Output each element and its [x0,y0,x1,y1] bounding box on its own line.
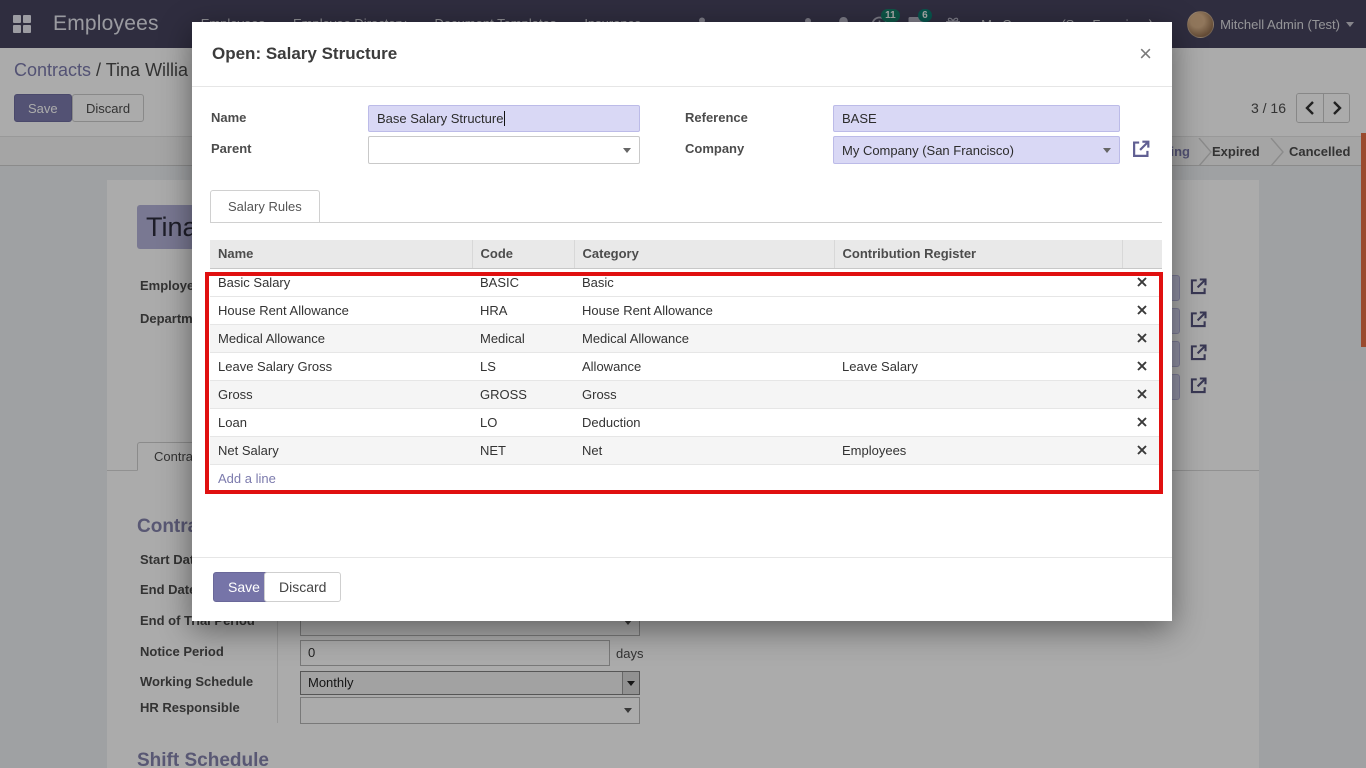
rule-name-cell[interactable]: Gross [210,380,472,408]
modal-header: Open: Salary Structure × [192,22,1172,87]
company-select[interactable]: My Company (San Francisco) [833,136,1120,164]
rule-name-cell[interactable]: Medical Allowance [210,324,472,352]
chevron-down-icon [1103,148,1111,153]
name-input[interactable]: Base Salary Structure [368,105,640,132]
screen: Employees Employees Employee Directory D… [0,0,1366,768]
salary-rules-table: Name Code Category Contribution Register… [210,240,1162,492]
name-label: Name [211,110,246,125]
tab-bar-line [210,222,1162,223]
delete-row-icon[interactable] [1122,352,1162,380]
delete-row-icon[interactable] [1122,408,1162,436]
rule-register-cell[interactable] [834,408,1122,436]
salary-rule-row[interactable]: Gross GROSS Gross [210,380,1162,408]
salary-rule-row[interactable]: House Rent Allowance HRA House Rent Allo… [210,296,1162,324]
rule-code-cell[interactable]: GROSS [472,380,574,408]
rule-code-cell[interactable]: LS [472,352,574,380]
tab-salary-rules[interactable]: Salary Rules [210,190,320,223]
rule-register-cell[interactable]: Employees [834,436,1122,464]
column-actions [1122,240,1162,268]
rule-register-cell[interactable]: Leave Salary [834,352,1122,380]
reference-label: Reference [685,110,748,125]
rule-name-cell[interactable]: Leave Salary Gross [210,352,472,380]
salary-rule-row[interactable]: Loan LO Deduction [210,408,1162,436]
rule-register-cell[interactable] [834,380,1122,408]
rule-code-cell[interactable]: BASIC [472,268,574,296]
salary-rule-row[interactable]: Leave Salary Gross LS Allowance Leave Sa… [210,352,1162,380]
column-category[interactable]: Category [574,240,834,268]
rule-register-cell[interactable] [834,268,1122,296]
add-a-line-row[interactable]: Add a line [210,464,1162,492]
column-contribution-register[interactable]: Contribution Register [834,240,1122,268]
company-external-link-icon[interactable] [1130,138,1152,160]
rule-code-cell[interactable]: HRA [472,296,574,324]
chevron-down-icon [623,148,631,153]
rule-category-cell[interactable]: Gross [574,380,834,408]
annotation-strip [1361,133,1366,347]
rule-name-cell[interactable]: House Rent Allowance [210,296,472,324]
rule-category-cell[interactable]: Basic [574,268,834,296]
rule-category-cell[interactable]: Medical Allowance [574,324,834,352]
modal-discard-button[interactable]: Discard [264,572,341,602]
rule-register-cell[interactable] [834,296,1122,324]
rule-code-cell[interactable]: LO [472,408,574,436]
column-code[interactable]: Code [472,240,574,268]
salary-rule-row[interactable]: Medical Allowance Medical Medical Allowa… [210,324,1162,352]
parent-select[interactable] [368,136,640,164]
rule-register-cell[interactable] [834,324,1122,352]
reference-value: BASE [842,111,877,126]
company-label: Company [685,141,744,156]
rule-code-cell[interactable]: Medical [472,324,574,352]
rule-category-cell[interactable]: Deduction [574,408,834,436]
delete-row-icon[interactable] [1122,380,1162,408]
rule-category-cell[interactable]: Net [574,436,834,464]
modal-title: Open: Salary Structure [212,44,397,64]
delete-row-icon[interactable] [1122,324,1162,352]
text-cursor [504,111,505,126]
modal-footer-divider [192,557,1172,558]
rule-code-cell[interactable]: NET [472,436,574,464]
salary-structure-modal: Open: Salary Structure × Name Base Salar… [192,22,1172,621]
company-value: My Company (San Francisco) [842,143,1014,158]
reference-input[interactable]: BASE [833,105,1120,132]
salary-rules-rows: Basic Salary BASIC Basic House Rent Allo… [210,268,1162,464]
add-a-line-link[interactable]: Add a line [210,464,1162,492]
table-header-row: Name Code Category Contribution Register [210,240,1162,268]
delete-row-icon[interactable] [1122,268,1162,296]
delete-row-icon[interactable] [1122,296,1162,324]
rule-name-cell[interactable]: Loan [210,408,472,436]
delete-row-icon[interactable] [1122,436,1162,464]
rule-category-cell[interactable]: Allowance [574,352,834,380]
salary-rule-row[interactable]: Net Salary NET Net Employees [210,436,1162,464]
name-value: Base Salary Structure [377,111,503,126]
close-icon[interactable]: × [1139,43,1152,65]
rule-name-cell[interactable]: Basic Salary [210,268,472,296]
rule-name-cell[interactable]: Net Salary [210,436,472,464]
parent-label: Parent [211,141,251,156]
salary-rule-row[interactable]: Basic Salary BASIC Basic [210,268,1162,296]
rule-category-cell[interactable]: House Rent Allowance [574,296,834,324]
column-name[interactable]: Name [210,240,472,268]
